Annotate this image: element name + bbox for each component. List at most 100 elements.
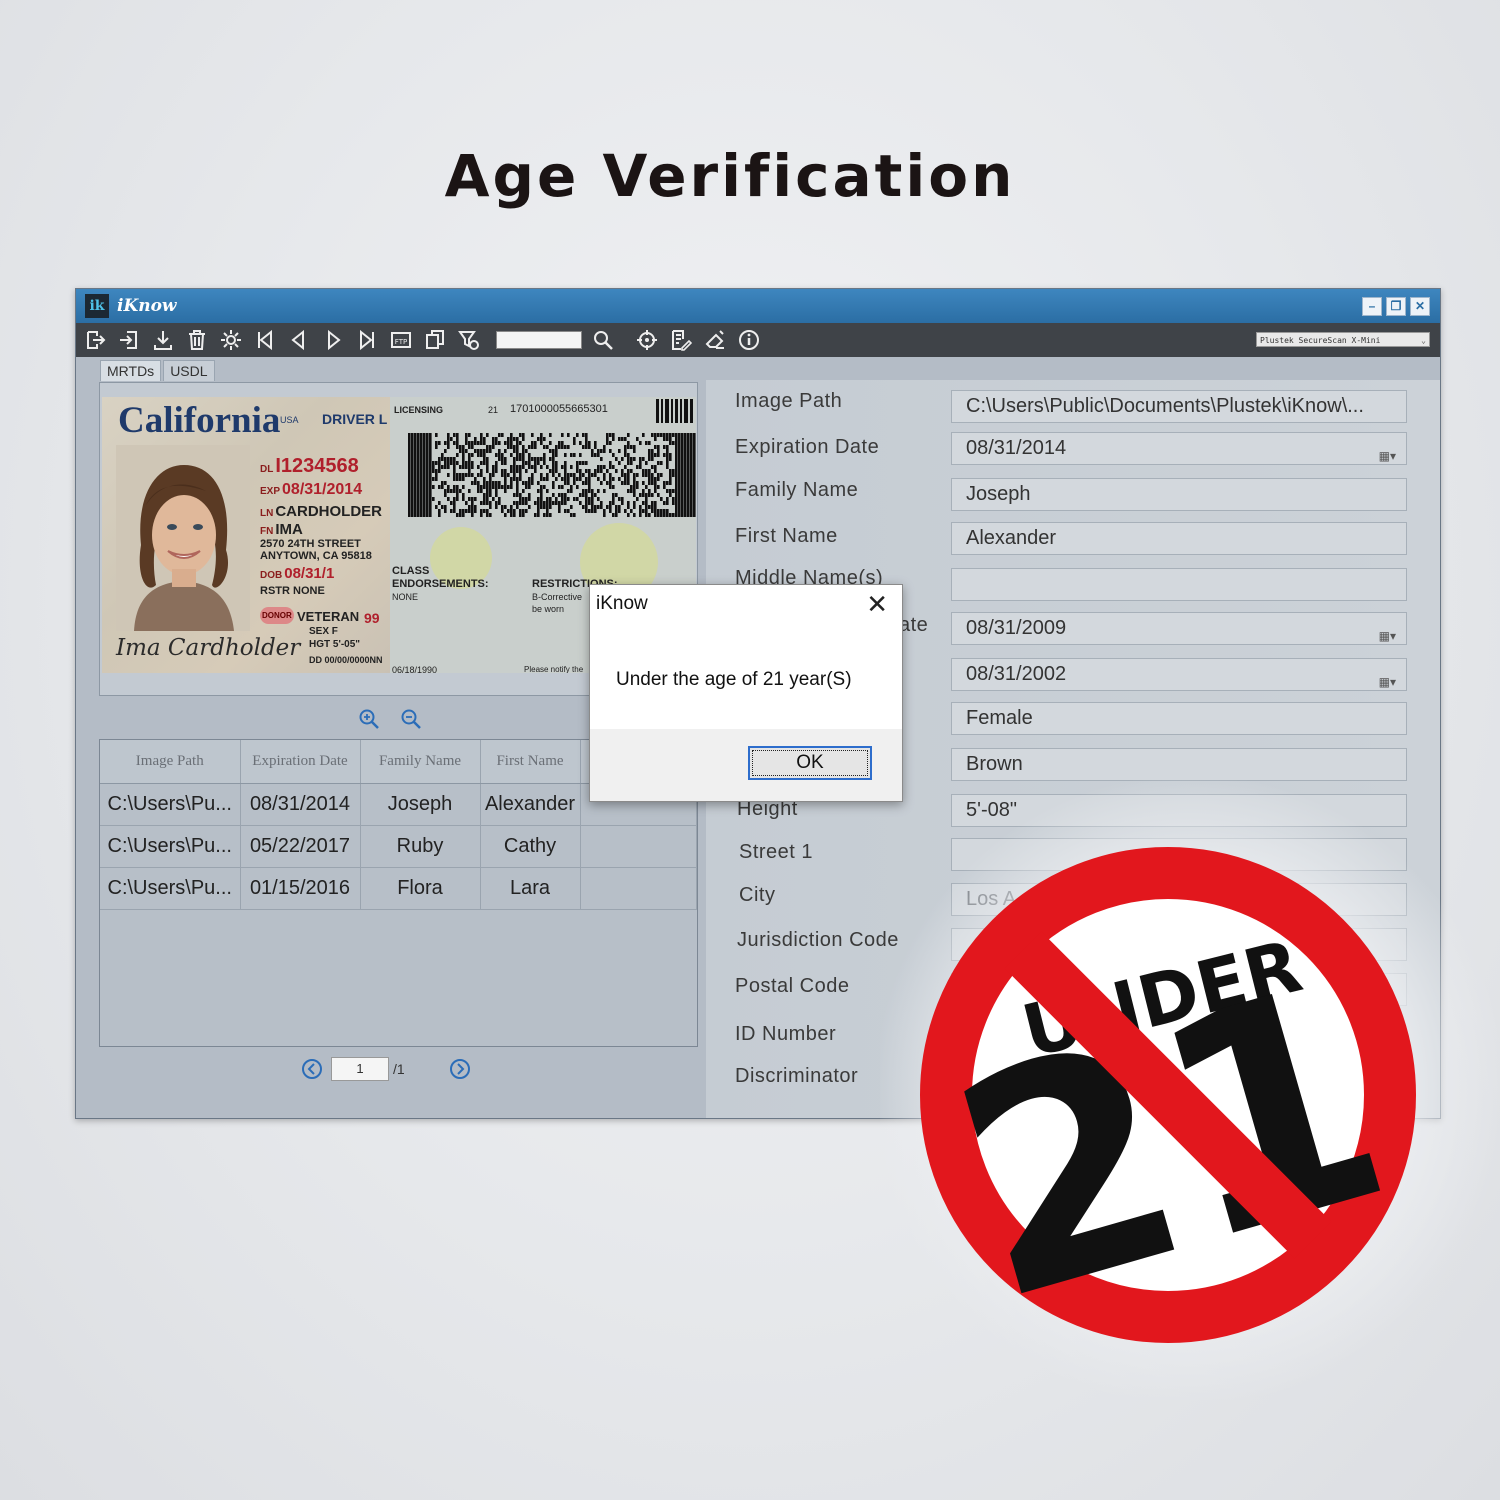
family-name-field[interactable]: Joseph xyxy=(951,478,1407,511)
column-header-image-path[interactable]: Image Path xyxy=(100,740,241,784)
next-icon[interactable] xyxy=(320,327,346,353)
expiration-date-field[interactable]: 08/31/2014 ▦▾ xyxy=(951,432,1407,465)
first-page-icon[interactable] xyxy=(252,327,278,353)
issue-date-field[interactable]: 08/31/2009 ▦▾ xyxy=(951,612,1407,645)
card-dd: DD 00/00/0000NN xyxy=(309,655,383,665)
page-headline: Age Verification xyxy=(444,142,1016,210)
tab-usdl[interactable]: USDL xyxy=(163,360,215,381)
edit-icon[interactable] xyxy=(668,327,694,353)
column-header-expiration-date[interactable]: Expiration Date xyxy=(240,740,361,784)
zoom-controls xyxy=(358,708,422,730)
pager: 1 /1 xyxy=(301,1057,471,1081)
cell-expiration-date: 01/15/2016 xyxy=(240,867,361,910)
cell-image-path: C:\Users\Pu... xyxy=(100,825,241,868)
birth-date-value: 08/31/2002 xyxy=(966,663,1067,685)
device-select[interactable]: Plustek SecureScan X-Mini ⌄ xyxy=(1256,332,1430,347)
label-city: City xyxy=(739,884,776,906)
calendar-dropdown-icon[interactable]: ▦▾ xyxy=(1379,441,1396,464)
cell-image-path: C:\Users\Pu... xyxy=(100,867,241,910)
page-number-input[interactable]: 1 xyxy=(331,1057,389,1081)
column-header-family-name[interactable]: Family Name xyxy=(360,740,481,784)
settings-icon[interactable] xyxy=(218,327,244,353)
card-back-restrictions-value-1: B-Corrective xyxy=(532,592,583,602)
image-path-field[interactable]: C:\Users\Public\Documents\Plustek\iKnow\… xyxy=(951,390,1407,423)
next-page-icon[interactable] xyxy=(449,1058,471,1080)
card-heading: DRIVER L xyxy=(322,411,388,427)
app-title: iKnow xyxy=(117,296,177,316)
card-restrictions: RSTR NONE xyxy=(260,585,325,597)
download-icon[interactable] xyxy=(150,327,176,353)
restore-button[interactable]: ❐ xyxy=(1386,297,1406,316)
minimize-button[interactable]: – xyxy=(1362,297,1382,316)
tab-mrtds[interactable]: MRTDs xyxy=(100,360,162,381)
last-page-icon[interactable] xyxy=(354,327,380,353)
calendar-dropdown-icon[interactable]: ▦▾ xyxy=(1379,667,1396,690)
cell-family-name: Joseph xyxy=(360,783,481,826)
card-photo xyxy=(116,445,250,631)
zoom-in-icon[interactable] xyxy=(358,708,380,730)
birth-date-field[interactable]: 08/31/2002 ▦▾ xyxy=(951,658,1407,691)
title-bar[interactable]: ik iKnow – ❐ ✕ xyxy=(76,289,1440,323)
cell-first-name: Lara xyxy=(480,867,581,910)
card-back-endorsements: ENDORSEMENTS: xyxy=(392,578,489,590)
ftp-icon[interactable]: FTP xyxy=(388,327,414,353)
zoom-out-icon[interactable] xyxy=(400,708,422,730)
label-first-name: First Name xyxy=(735,525,838,547)
device-select-value: Plustek SecureScan X-Mini xyxy=(1260,336,1381,345)
card-dl: DL I1234568 xyxy=(260,455,359,477)
card-signature: Ima Cardholder xyxy=(116,635,301,661)
label-jurisdiction-code: Jurisdiction Code xyxy=(737,929,899,951)
cell-first-name: Alexander xyxy=(480,783,581,826)
height-field[interactable]: 5'-08" xyxy=(951,794,1407,827)
eye-color-field[interactable]: Brown xyxy=(951,748,1407,781)
table-row[interactable]: C:\Users\Pu... 05/22/2017 Ruby Cathy xyxy=(100,825,697,868)
card-year-stamp: 99 xyxy=(364,610,380,626)
zoom-slider[interactable] xyxy=(496,331,582,349)
card-state: California xyxy=(118,400,281,441)
close-icon[interactable]: ✕ xyxy=(866,589,888,620)
card-donor: DONOR xyxy=(260,607,294,624)
cell-expiration-date: 05/22/2017 xyxy=(240,825,361,868)
prev-icon[interactable] xyxy=(286,327,312,353)
target-icon[interactable] xyxy=(634,327,660,353)
cell-middle xyxy=(580,867,697,910)
label-image-path: Image Path xyxy=(735,390,843,412)
copy-icon[interactable] xyxy=(422,327,448,353)
eraser-icon[interactable] xyxy=(702,327,728,353)
import-icon[interactable] xyxy=(116,327,142,353)
middle-names-field[interactable] xyxy=(951,568,1407,601)
issue-date-value: 08/31/2009 xyxy=(966,617,1067,639)
card-country: USA xyxy=(280,415,299,425)
label-street-1: Street 1 xyxy=(739,841,814,863)
label-postal-code: Postal Code xyxy=(735,975,850,997)
document-tabs: MRTDs USDL xyxy=(100,360,217,381)
label-id-number: ID Number xyxy=(735,1023,837,1045)
info-icon[interactable] xyxy=(736,327,762,353)
ok-button[interactable]: OK xyxy=(748,746,872,780)
prev-page-icon[interactable] xyxy=(301,1058,323,1080)
svg-text:FTP: FTP xyxy=(395,338,407,346)
card-back-class-num: 21 xyxy=(488,405,499,415)
card-sex: SEX F xyxy=(309,626,338,637)
card-back-notice: Please notify the xyxy=(524,665,584,673)
filter-icon[interactable] xyxy=(456,327,482,353)
close-window-button[interactable]: ✕ xyxy=(1410,297,1430,316)
first-name-field[interactable]: Alexander xyxy=(951,522,1407,555)
card-back-endorsements-value: NONE xyxy=(392,592,419,602)
label-expiration-date: Expiration Date xyxy=(735,436,880,458)
table-row[interactable]: C:\Users\Pu... 01/15/2016 Flora Lara xyxy=(100,867,697,910)
id-card-front: California USA DRIVER L DL I1234568 EXP 08… xyxy=(102,397,390,673)
card-veteran: VETERAN xyxy=(297,609,360,624)
card-height: HGT 5'-05" xyxy=(309,639,361,650)
trash-icon[interactable] xyxy=(184,327,210,353)
search-icon[interactable] xyxy=(590,327,616,353)
sex-field[interactable]: Female xyxy=(951,702,1407,735)
calendar-dropdown-icon[interactable]: ▦▾ xyxy=(1379,621,1396,644)
card-back-issue-date: 06/18/1990 xyxy=(392,665,438,673)
export-icon[interactable] xyxy=(82,327,108,353)
cell-image-path: C:\Users\Pu... xyxy=(100,783,241,826)
column-header-first-name[interactable]: First Name xyxy=(480,740,581,784)
card-back-restrictions-value-2: be worn xyxy=(532,604,565,614)
cell-first-name: Cathy xyxy=(480,825,581,868)
card-address-1: 2570 24TH STREET xyxy=(260,538,361,550)
